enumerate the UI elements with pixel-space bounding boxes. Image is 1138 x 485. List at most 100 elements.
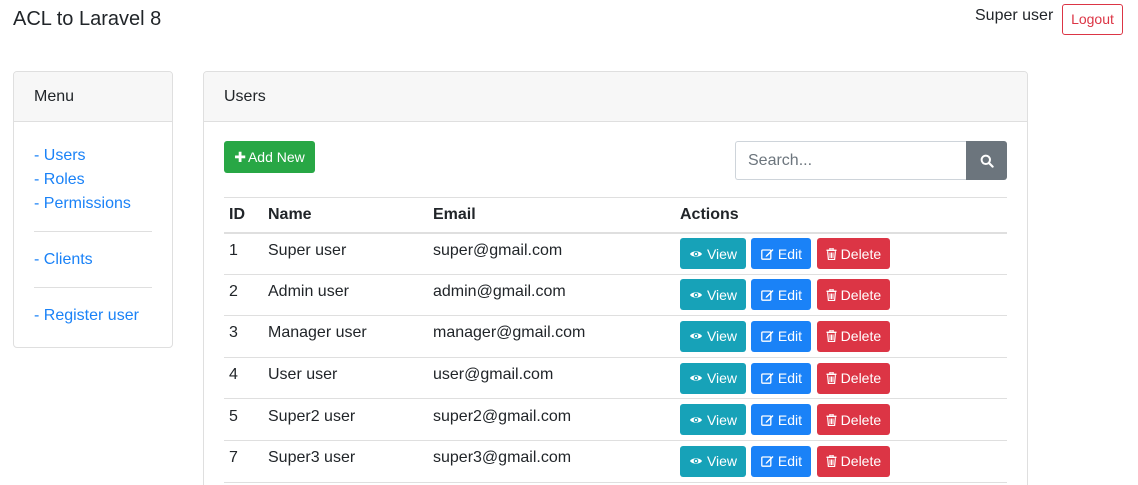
cell-id: 4 [224, 357, 263, 400]
edit-icon [761, 373, 774, 384]
menu-item-register-user[interactable]: - Register user [34, 304, 152, 328]
logout-button[interactable]: Logout [1062, 4, 1123, 35]
users-card-title: Users [204, 72, 1027, 122]
cell-actions: View Edit Delete [675, 398, 1007, 441]
cell-name: Super2 user [263, 398, 428, 441]
edit-label: Edit [777, 453, 803, 470]
eye-icon [689, 458, 702, 464]
view-button[interactable]: View [680, 238, 746, 270]
eye-icon [689, 292, 702, 298]
menu-item-permissions[interactable]: - Permissions [34, 192, 152, 216]
column-header-actions: Actions [675, 197, 1007, 234]
edit-icon [761, 248, 774, 260]
menu-divider [34, 231, 152, 232]
current-username: Super user [975, 7, 1054, 24]
edit-button[interactable]: Edit [751, 362, 812, 394]
menu-item-clients[interactable]: - Clients [34, 248, 152, 272]
menu-body: - Users - Roles - Permissions - Clients … [14, 122, 172, 328]
edit-button[interactable]: Edit [751, 279, 812, 311]
trash-icon [826, 413, 837, 426]
edit-icon [761, 456, 774, 468]
delete-label: Delete [840, 328, 882, 345]
delete-label: Delete [840, 370, 882, 387]
cell-actions: View Edit Delete [675, 232, 1007, 275]
view-button[interactable]: View [680, 279, 746, 311]
search-group [735, 141, 1007, 180]
delete-button[interactable]: Delete [816, 238, 890, 270]
view-button[interactable]: View [680, 362, 746, 394]
table-row: 1 Super user super@gmail.com View Edit Dele… [224, 232, 1007, 275]
view-label: View [706, 453, 738, 470]
edit-icon [761, 289, 774, 301]
edit-button[interactable]: Edit [751, 238, 812, 270]
table-row: 3 Manager user manager@gmail.com View Edit … [224, 315, 1007, 358]
trash-icon [826, 247, 837, 260]
edit-label: Edit [777, 286, 803, 303]
edit-button[interactable]: Edit [751, 320, 812, 352]
view-button[interactable]: View [680, 445, 746, 477]
cell-email: admin@gmail.com [428, 274, 675, 317]
cell-email: manager@gmail.com [428, 315, 675, 358]
edit-label: Edit [777, 328, 803, 345]
view-label: View [706, 328, 738, 345]
view-label: View [706, 370, 738, 387]
menu-card: Menu - Users - Roles - Permissions - Cli… [13, 71, 173, 348]
menu-card-title: Menu [14, 72, 172, 122]
view-button[interactable]: View [680, 320, 746, 352]
eye-icon [689, 250, 702, 257]
search-button[interactable] [966, 141, 1007, 180]
add-new-label: Add New [247, 149, 305, 165]
table-row: 7 Super3 user super3@gmail.com View Edit De… [224, 440, 1007, 483]
app-title[interactable]: ACL to Laravel 8 [13, 7, 161, 31]
cell-email: super@gmail.com [428, 232, 675, 275]
cell-name: User user [263, 357, 428, 400]
eye-icon [689, 417, 702, 423]
cell-email: super3@gmail.com [428, 440, 675, 483]
menu-item-users[interactable]: - Users [34, 144, 152, 168]
delete-label: Delete [840, 453, 882, 470]
edit-icon [761, 331, 774, 343]
search-icon [980, 154, 994, 168]
plus-icon: ✚ [234, 149, 246, 165]
view-button[interactable]: View [680, 404, 746, 436]
edit-label: Edit [777, 370, 803, 387]
cell-actions: View Edit Delete [675, 315, 1007, 358]
delete-button[interactable]: Delete [816, 404, 890, 436]
search-input[interactable] [735, 141, 967, 180]
table-row: 5 Super2 user super2@gmail.com View Edit De… [224, 398, 1007, 441]
users-card: Users ✚Add New ID Name Email Actions 1 Su… [203, 71, 1028, 485]
column-header-name: Name [263, 197, 428, 234]
view-label: View [706, 286, 738, 303]
edit-button[interactable]: Edit [751, 445, 812, 477]
cell-id: 3 [224, 315, 263, 358]
edit-button[interactable]: Edit [751, 404, 812, 436]
trash-icon [826, 372, 837, 385]
table-header-row: ID Name Email Actions [224, 197, 1007, 234]
delete-button[interactable]: Delete [816, 362, 890, 394]
trash-icon [826, 288, 837, 301]
delete-button[interactable]: Delete [816, 320, 890, 352]
delete-button[interactable]: Delete [816, 279, 890, 311]
delete-label: Delete [840, 245, 882, 262]
edit-icon [761, 414, 774, 426]
cell-name: Admin user [263, 274, 428, 317]
edit-label: Edit [777, 245, 803, 262]
eye-icon [689, 333, 702, 340]
menu-divider [34, 287, 152, 288]
add-new-button[interactable]: ✚ Add New [224, 141, 315, 173]
delete-label: Delete [840, 286, 882, 303]
table-row: 2 Admin user admin@gmail.com View Edit Dele… [224, 274, 1007, 317]
column-header-id: ID [224, 197, 263, 234]
cell-id: 1 [224, 232, 263, 275]
cell-id: 2 [224, 274, 263, 317]
delete-button[interactable]: Delete [816, 445, 890, 477]
cell-name: Manager user [263, 315, 428, 358]
view-label: View [706, 245, 738, 262]
view-label: View [706, 411, 738, 428]
table-row: 4 User user user@gmail.com View Edit Delete [224, 357, 1007, 400]
menu-item-roles[interactable]: - Roles [34, 168, 152, 192]
cell-name: Super3 user [263, 440, 428, 483]
edit-label: Edit [777, 411, 803, 428]
cell-id: 7 [224, 440, 263, 483]
trash-icon [826, 330, 837, 343]
